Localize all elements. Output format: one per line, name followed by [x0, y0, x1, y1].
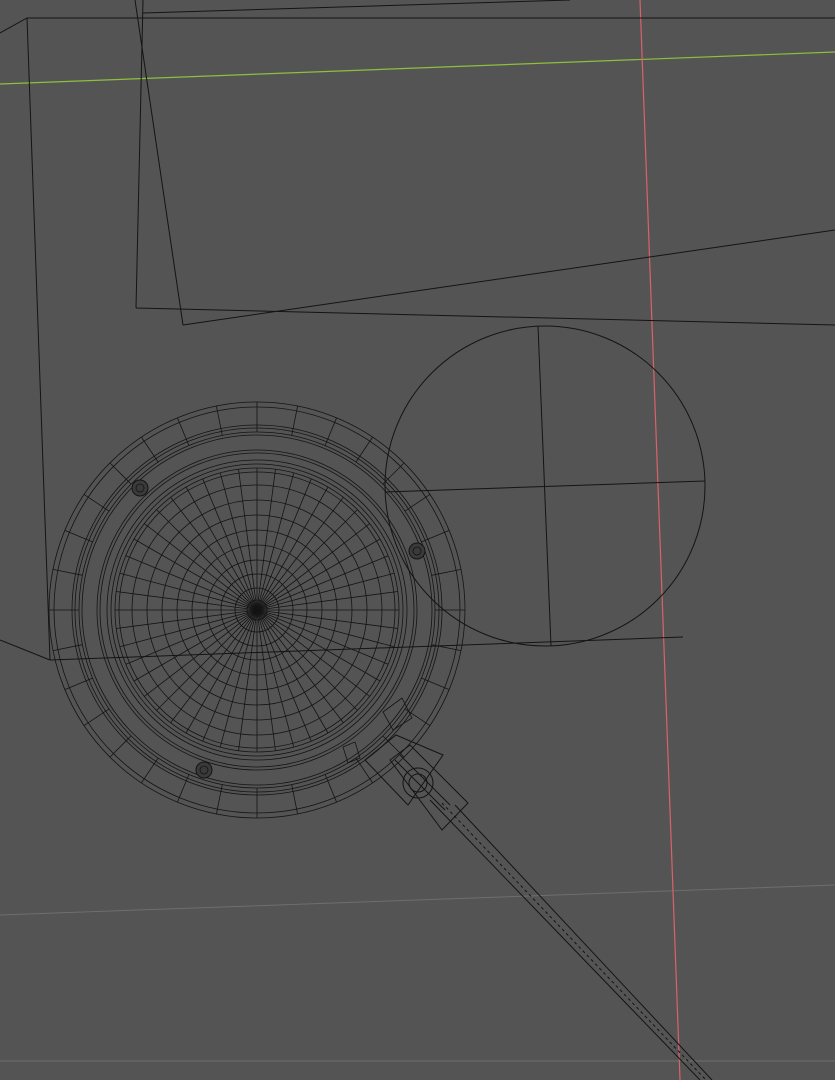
- floor-plane-2[interactable]: [134, 0, 835, 326]
- handle-edge: [454, 804, 713, 1080]
- pan-rim-segment: [382, 735, 405, 758]
- pan-rim-segment: [324, 774, 337, 803]
- grid-lines: [0, 884, 835, 1062]
- pan-rim-segment: [109, 735, 132, 758]
- pan-rivet: [408, 542, 426, 560]
- pan-rim-segment: [421, 530, 450, 543]
- x-axis-line: [639, 0, 681, 1080]
- handle-edge: [429, 799, 701, 1080]
- handle-center-line: [441, 802, 707, 1080]
- pan-radial-line: [256, 538, 381, 611]
- pan-radial-line: [256, 609, 395, 648]
- pan-rim-segment: [177, 774, 190, 803]
- pan-radial-line: [119, 609, 258, 648]
- plane-edge: [135, 0, 144, 309]
- pan-radial-line: [256, 509, 358, 611]
- plane-edge: [26, 17, 51, 661]
- pan-rim-segment: [177, 417, 190, 446]
- handle-bracket: [364, 734, 444, 806]
- pan-rim-segment: [83, 708, 110, 726]
- pan-rim-segment: [64, 677, 93, 690]
- handle-bolt: [399, 754, 451, 806]
- handle-bolt: [394, 759, 446, 811]
- pan-radial-line: [133, 609, 258, 682]
- pan-rim-segment: [83, 494, 110, 512]
- pan-rivet: [195, 761, 213, 779]
- wireframe-scene[interactable]: [0, 0, 835, 1080]
- pan-radial-line: [256, 472, 295, 611]
- pan-radial-line: [256, 609, 358, 711]
- plane-edge: [182, 229, 835, 326]
- sphere-object[interactable]: [384, 325, 706, 647]
- y-axis-line: [0, 51, 835, 85]
- pan-radial-line: [133, 538, 258, 611]
- plane-edge: [0, 17, 835, 34]
- pan-radial-line: [156, 509, 258, 611]
- pan-radial-line: [185, 486, 258, 611]
- pan-rim-segment: [404, 494, 431, 512]
- pan-radial-line: [119, 572, 258, 611]
- pan-rim-segment: [141, 436, 159, 463]
- pan-rim-segment: [324, 417, 337, 446]
- pan-radial-line: [156, 609, 258, 711]
- pan-rim-segment: [355, 757, 373, 784]
- floor-plane-1[interactable]: [0, 17, 835, 661]
- pan-radial-line: [256, 609, 381, 682]
- pan-radial-line: [185, 609, 258, 734]
- pan-rim-segment: [421, 677, 450, 690]
- handle-mount: [389, 744, 469, 831]
- pan-radial-line: [219, 472, 258, 611]
- pan-rim-segment: [64, 530, 93, 543]
- pan-rim-segment: [355, 436, 373, 463]
- pan-rim-segment: [109, 462, 132, 485]
- pan-rim-segment: [141, 757, 159, 784]
- pan-radial-line: [256, 609, 329, 734]
- pan-radial-line: [256, 486, 329, 611]
- pan-body[interactable]: [48, 401, 466, 819]
- pan-radial-line: [256, 609, 295, 748]
- pan-rivet: [131, 479, 149, 497]
- pan-radial-line: [219, 609, 258, 748]
- plane-edge: [0, 639, 51, 661]
- pan-radial-line: [256, 572, 395, 611]
- 3d-viewport[interactable]: [0, 0, 835, 1080]
- pan-handle[interactable]: [364, 734, 713, 1080]
- grid-line: [0, 884, 835, 916]
- plane-edge: [142, 0, 571, 14]
